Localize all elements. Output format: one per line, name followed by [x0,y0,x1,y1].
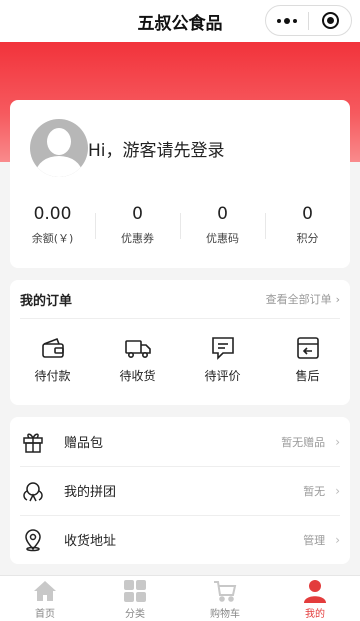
stat-label: 余额(￥) [31,232,74,245]
chevron-right-icon: › [335,532,340,547]
orders-card: 我的订单 查看全部订单 › 待付款 待收货 待评价 售后 [10,280,350,405]
orders-header: 我的订单 查看全部订单 › [10,280,350,318]
tab-home[interactable]: 首页 [0,576,90,621]
user-icon [304,580,326,603]
orders-title: 我的订单 [20,293,73,309]
order-item-label: 售后 [295,369,320,383]
more-icon [277,17,297,24]
menu-item-label: 收货地址 [64,534,117,549]
divider [20,318,340,319]
bottom-tab-bar: 首页 分类 购物车 我的 [0,575,360,621]
chevron-right-icon: › [335,483,340,498]
cart-icon [214,581,237,602]
stat-label: 优惠码 [206,232,239,245]
tab-label: 我的 [305,609,325,620]
login-prompt[interactable]: Hi，游客请先登录 [88,136,225,161]
stat-label: 积分 [296,232,319,245]
order-after-sales[interactable]: 售后 [265,335,350,384]
navigation-bar: 五叔公食品 [0,0,360,42]
group-icon [23,481,43,501]
order-item-label: 待收货 [119,369,156,383]
chevron-right-icon: › [335,434,340,449]
return-box-icon [296,337,319,359]
category-icon [124,580,146,602]
tab-label: 首页 [35,609,55,620]
account-stats: 0.00 余额(￥) 0 优惠券 0 优惠码 0 积分 [10,203,350,246]
stat-value: 0 [132,204,143,224]
target-icon [321,12,339,29]
menu-item-hint: 暂无 [303,484,326,498]
wallet-icon [41,337,64,358]
order-item-label: 待评价 [204,369,241,383]
menu-item-group-buy[interactable]: 我的拼团 暂无 › [10,466,350,515]
stat-value: 0.00 [33,204,72,224]
menu-item-label: 赠品包 [64,436,104,451]
page-title: 五叔公食品 [137,13,223,34]
order-pending-review[interactable]: 待评价 [180,335,265,384]
stat-label: 优惠券 [121,232,154,245]
menu-item-label: 我的拼团 [64,485,117,500]
service-list-card: 赠品包 暂无赠品 › 我的拼团 暂无 › 收货地址 管理 › [10,417,350,564]
profile-card: Hi，游客请先登录 0.00 余额(￥) 0 优惠券 0 优惠码 0 积分 [10,100,350,268]
tab-cart[interactable]: 购物车 [180,576,270,621]
menu-item-gift-pack[interactable]: 赠品包 暂无赠品 › [10,417,350,466]
stat-promo-codes[interactable]: 0 优惠码 [180,203,265,246]
comment-icon [211,337,234,360]
order-status-row: 待付款 待收货 待评价 售后 [10,335,350,384]
stat-coupons[interactable]: 0 优惠券 [95,203,180,246]
view-all-orders-label: 查看全部订单 [265,293,332,306]
location-icon [25,528,41,551]
mini-program-capsule [265,5,352,36]
stat-value: 0 [217,204,228,224]
close-mini-program-button[interactable] [309,6,351,35]
order-item-label: 待付款 [34,369,71,383]
stat-points[interactable]: 0 积分 [265,203,350,246]
order-pending-receipt[interactable]: 待收货 [95,335,180,384]
tab-label: 购物车 [210,609,240,620]
gift-icon [23,433,43,453]
more-button[interactable] [266,6,308,35]
menu-item-address[interactable]: 收货地址 管理 › [10,515,350,564]
stat-balance[interactable]: 0.00 余额(￥) [10,203,95,246]
stat-value: 0 [302,204,313,224]
tab-category[interactable]: 分类 [90,576,180,621]
tab-label: 分类 [125,609,145,620]
tab-mine[interactable]: 我的 [270,576,360,621]
avatar[interactable] [30,119,88,177]
home-icon [34,581,56,601]
truck-icon [124,340,151,358]
order-pending-payment[interactable]: 待付款 [10,335,95,384]
chevron-right-icon: › [335,292,340,306]
menu-item-hint: 管理 [303,533,326,547]
menu-item-hint: 暂无赠品 [281,435,326,449]
view-all-orders-link[interactable]: 查看全部订单 › [266,291,340,307]
